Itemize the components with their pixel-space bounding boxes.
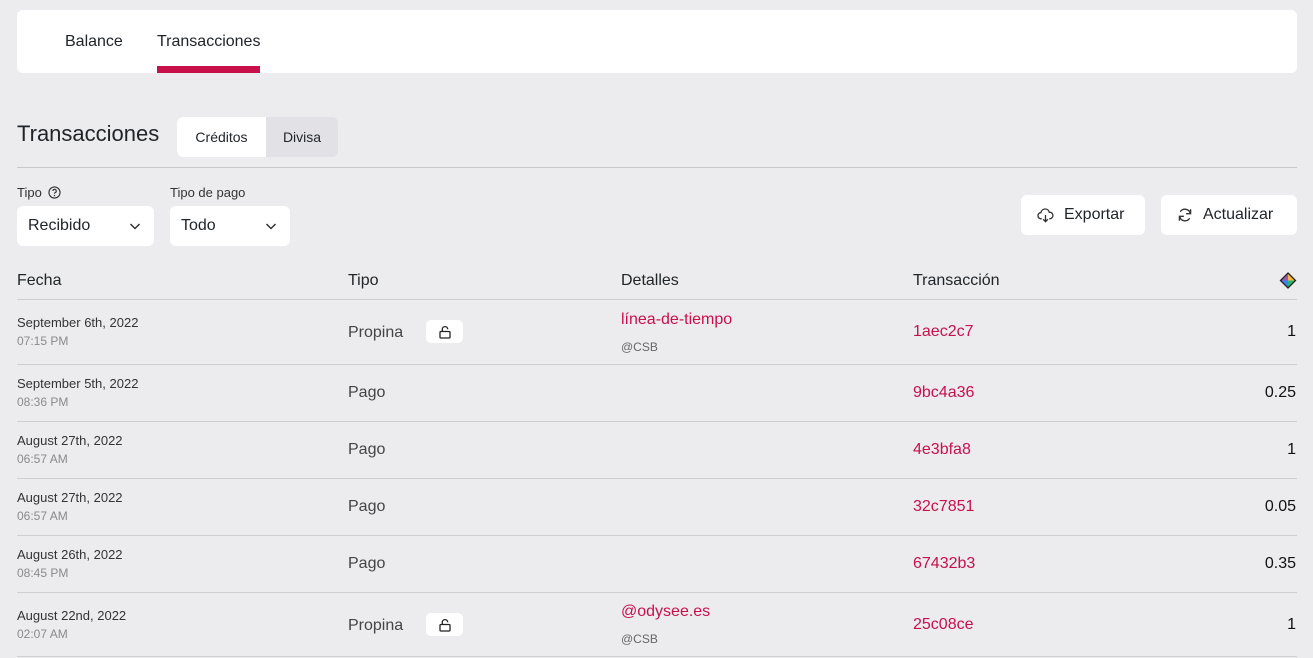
column-header-details[interactable]: Detalles [621, 272, 679, 290]
row-type: Propina [348, 617, 404, 634]
unlock-icon [438, 325, 451, 339]
column-header-type[interactable]: Tipo [348, 272, 379, 290]
row-divider [17, 592, 1297, 593]
row-date: September 5th, 2022 [17, 376, 139, 391]
lock-button[interactable] [426, 320, 463, 343]
column-header-transaction[interactable]: Transacción [913, 272, 1000, 290]
details-channel: @CSB [621, 632, 658, 646]
lock-button[interactable] [426, 613, 463, 636]
column-header-date[interactable]: Fecha [17, 272, 61, 290]
credits-toggle-button[interactable]: Créditos [177, 117, 266, 157]
header-divider [17, 299, 1297, 300]
row-type: Pago [348, 384, 386, 401]
row-time: 02:07 AM [17, 627, 68, 641]
refresh-label: Actualizar [1203, 206, 1274, 223]
help-icon[interactable] [48, 186, 61, 199]
tab-balance[interactable]: Balance [65, 10, 123, 73]
row-time: 06:57 AM [17, 509, 68, 523]
row-amount: 0.25 [1264, 384, 1296, 401]
currency-toggle-button[interactable]: Divisa [266, 117, 338, 157]
type-filter-label-text: Tipo [17, 185, 42, 200]
row-type: Pago [348, 441, 386, 458]
row-type: Pago [348, 555, 386, 572]
transaction-link[interactable]: 32c7851 [913, 498, 974, 516]
row-time: 07:15 PM [17, 334, 69, 348]
divider [17, 167, 1297, 168]
row-date: August 22nd, 2022 [17, 608, 127, 623]
refresh-button[interactable]: Actualizar [1161, 195, 1297, 235]
row-date: August 27th, 2022 [17, 433, 123, 448]
transaction-link[interactable]: 1aec2c7 [913, 323, 974, 341]
chevron-down-icon [265, 223, 277, 230]
details-link[interactable]: línea-de-tiempo [621, 311, 732, 329]
row-divider [17, 421, 1297, 422]
export-label: Exportar [1064, 206, 1125, 223]
tab-transactions[interactable]: Transacciones [157, 10, 261, 73]
credits-icon [1279, 272, 1297, 289]
row-time: 08:36 PM [17, 395, 69, 409]
type-select[interactable]: Recibido [17, 206, 154, 246]
row-amount: 1 [1287, 441, 1296, 458]
row-time: 08:45 PM [17, 566, 69, 580]
row-date: August 26th, 2022 [17, 547, 123, 562]
details-channel: @CSB [621, 340, 658, 354]
payment-type-select[interactable]: Todo [170, 206, 290, 246]
row-type: Pago [348, 498, 386, 515]
row-divider [17, 364, 1297, 365]
transaction-link[interactable]: 9bc4a36 [913, 384, 974, 402]
cloud-download-icon [1037, 207, 1054, 223]
row-time: 06:57 AM [17, 452, 68, 466]
payment-filter-label: Tipo de pago [170, 185, 245, 200]
row-type: Propina [348, 324, 404, 341]
row-date: August 27th, 2022 [17, 490, 123, 505]
section-title: Transacciones [17, 121, 160, 146]
row-divider [17, 478, 1297, 479]
unlock-icon [438, 618, 451, 632]
payment-select-value: Todo [181, 217, 216, 234]
transaction-link[interactable]: 67432b3 [913, 555, 975, 573]
row-date: September 6th, 2022 [17, 315, 139, 330]
row-amount: 0.35 [1264, 555, 1296, 572]
type-filter-label: Tipo [17, 185, 61, 200]
row-amount: 1 [1287, 323, 1296, 340]
payment-filter-label-text: Tipo de pago [170, 185, 246, 200]
chevron-down-icon [129, 223, 141, 230]
row-amount: 0.05 [1264, 498, 1296, 515]
row-divider [17, 535, 1297, 536]
refresh-icon [1178, 208, 1192, 222]
transaction-link[interactable]: 4e3bfa8 [913, 441, 971, 459]
export-button[interactable]: Exportar [1021, 195, 1145, 235]
row-amount: 1 [1287, 616, 1296, 633]
currency-toggle: Créditos Divisa [177, 117, 338, 157]
tabs-card: Balance Transacciones [17, 10, 1297, 73]
transaction-link[interactable]: 25c08ce [913, 616, 974, 634]
type-select-value: Recibido [28, 217, 91, 234]
details-link[interactable]: @odysee.es [621, 603, 710, 621]
row-divider [17, 656, 1297, 657]
